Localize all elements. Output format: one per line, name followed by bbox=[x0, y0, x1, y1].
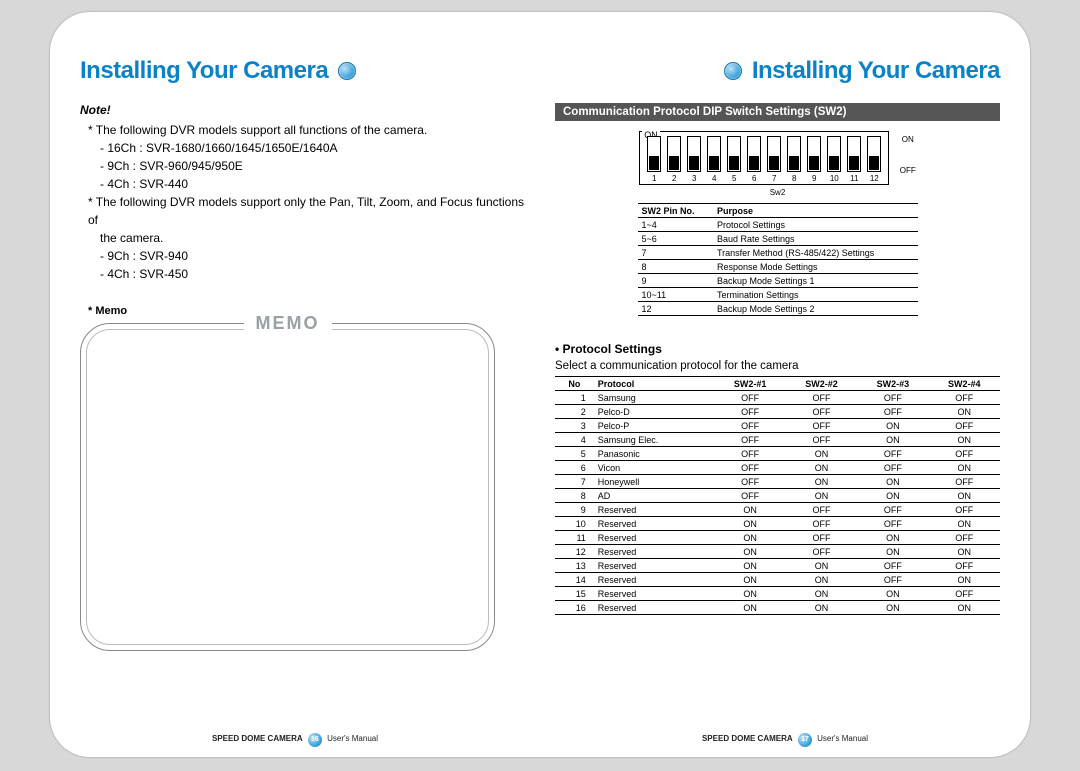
dip-caption: Sw2 bbox=[555, 188, 1000, 197]
memo-box: MEMO bbox=[80, 323, 495, 651]
note-heading: Note! bbox=[80, 103, 525, 117]
footer: SPEED DOME CAMERA 16 User's Manual SPEED… bbox=[50, 733, 1030, 747]
section-heading: Communication Protocol DIP Switch Settin… bbox=[555, 103, 1000, 121]
page-spread: Installing Your Camera Note! * The follo… bbox=[50, 12, 1030, 757]
sw2-table: SW2 Pin No.Purpose 1~4Protocol Settings5… bbox=[638, 203, 918, 316]
protocol-heading: • Protocol Settings bbox=[555, 342, 1000, 356]
orb-icon bbox=[338, 62, 356, 80]
page-number: 17 bbox=[798, 733, 812, 747]
note-line: * The following DVR models support only … bbox=[88, 193, 525, 229]
right-title-row: Installing Your Camera bbox=[555, 57, 1000, 85]
footer-product: SPEED DOME CAMERA bbox=[212, 734, 303, 743]
footer-manual: User's Manual bbox=[327, 734, 378, 743]
note-line: * The following DVR models support all f… bbox=[88, 121, 525, 139]
memo-box-title: MEMO bbox=[244, 313, 332, 334]
right-title: Installing Your Camera bbox=[752, 57, 1000, 85]
left-title-row: Installing Your Camera bbox=[80, 57, 525, 85]
dip-diagram: ON 123456789101112 ON OFF Sw2 bbox=[555, 131, 1000, 197]
page-number: 16 bbox=[308, 733, 322, 747]
note-body: * The following DVR models support all f… bbox=[88, 121, 525, 283]
dip-side-on: ON bbox=[900, 135, 916, 144]
left-page: Installing Your Camera Note! * The follo… bbox=[80, 57, 525, 702]
protocol-table: NoProtocolSW2-#1SW2-#2SW2-#3SW2-#4 1Sams… bbox=[555, 376, 1000, 615]
model-line: - 9Ch : SVR-960/945/950E bbox=[88, 157, 525, 175]
note-line: the camera. bbox=[88, 229, 525, 247]
orb-icon bbox=[724, 62, 742, 80]
left-title: Installing Your Camera bbox=[80, 57, 328, 85]
footer-product: SPEED DOME CAMERA bbox=[702, 734, 793, 743]
model-line: - 4Ch : SVR-440 bbox=[88, 175, 525, 193]
model-line: - 16Ch : SVR-1680/1660/1645/1650E/1640A bbox=[88, 139, 525, 157]
footer-manual: User's Manual bbox=[817, 734, 868, 743]
model-line: - 9Ch : SVR-940 bbox=[88, 247, 525, 265]
dip-side-off: OFF bbox=[900, 166, 916, 175]
protocol-desc: Select a communication protocol for the … bbox=[555, 360, 1000, 372]
right-page: Installing Your Camera Communication Pro… bbox=[555, 57, 1000, 702]
model-line: - 4Ch : SVR-450 bbox=[88, 265, 525, 283]
